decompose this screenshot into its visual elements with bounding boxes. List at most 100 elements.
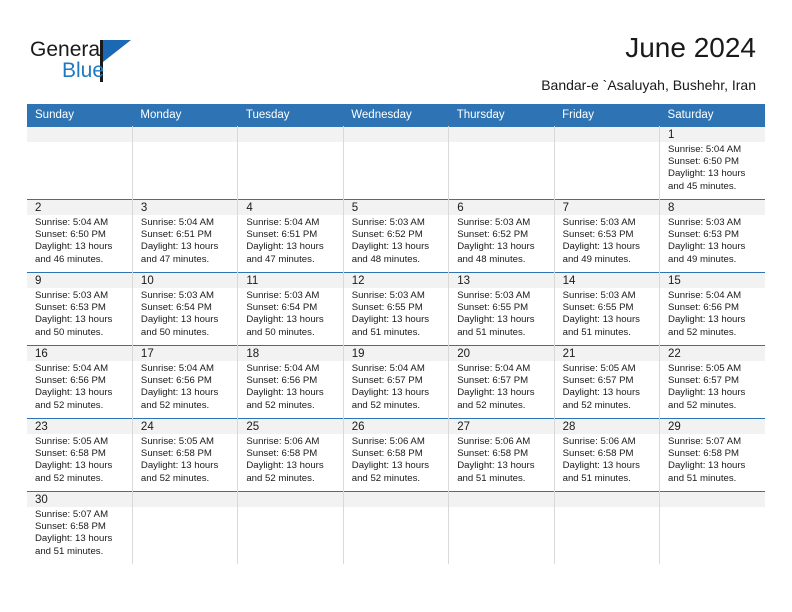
- sunset-text: Sunset: 6:56 PM: [246, 375, 318, 387]
- day-detail: Sunrise: 5:07 AM Sunset: 6:58 PM Daylight:…: [27, 507, 131, 560]
- day-number: 26: [343, 419, 448, 434]
- calendar-day-cell[interactable]: 4 Sunrise: 5:04 AM Sunset: 6:51 PM Daylight…: [237, 199, 344, 273]
- sunrise-text: Sunrise: 5:03 AM: [351, 217, 425, 228]
- day-number: 6: [449, 200, 554, 215]
- daylight-text: Daylight: 13 hours and 51 minutes.: [562, 314, 640, 338]
- weekday-header-tuesday: Tuesday: [237, 104, 344, 127]
- weekday-header-sunday: Sunday: [27, 104, 133, 127]
- calendar-body: 1 Sunrise: 5:04 AM Sunset: 6:50 PM Daylight…: [27, 126, 765, 564]
- calendar-day-cell[interactable]: 6 Sunrise: 5:03 AM Sunset: 6:52 PM Daylight…: [448, 199, 555, 273]
- calendar-day-cell[interactable]: 11 Sunrise: 5:03 AM Sunset: 6:54 PM Dayligh…: [237, 272, 344, 346]
- daylight-text: Daylight: 13 hours and 50 minutes.: [35, 314, 113, 338]
- calendar-week-row: 9 Sunrise: 5:03 AM Sunset: 6:53 PM Daylight…: [27, 272, 765, 346]
- calendar-day-cell[interactable]: 24 Sunrise: 5:05 AM Sunset: 6:58 PM Dayligh…: [132, 418, 239, 492]
- calendar-day-cell[interactable]: 26 Sunrise: 5:06 AM Sunset: 6:58 PM Dayligh…: [343, 418, 450, 492]
- day-detail: Sunrise: 5:03 AM Sunset: 6:53 PM Daylight:…: [660, 215, 765, 268]
- sunrise-text: Sunrise: 5:05 AM: [562, 363, 636, 374]
- day-number: [343, 492, 448, 507]
- sunrise-text: Sunrise: 5:04 AM: [140, 217, 214, 228]
- calendar-day-cell[interactable]: 23 Sunrise: 5:05 AM Sunset: 6:58 PM Dayligh…: [27, 418, 133, 492]
- calendar-day-cell[interactable]: 3 Sunrise: 5:04 AM Sunset: 6:51 PM Daylight…: [132, 199, 239, 273]
- weekday-header-saturday: Saturday: [659, 104, 765, 127]
- daylight-text: Daylight: 13 hours and 52 minutes.: [35, 387, 113, 411]
- sunset-text: Sunset: 6:53 PM: [562, 229, 634, 241]
- day-number: 12: [343, 273, 448, 288]
- daylight-text: Daylight: 13 hours and 50 minutes.: [140, 314, 219, 338]
- sunset-text: Sunset: 6:58 PM: [35, 448, 106, 460]
- calendar-day-cell[interactable]: 13 Sunrise: 5:03 AM Sunset: 6:55 PM Dayligh…: [448, 272, 555, 346]
- day-number: 20: [449, 346, 554, 361]
- calendar-day-cell[interactable]: 19 Sunrise: 5:04 AM Sunset: 6:57 PM Dayligh…: [343, 345, 450, 419]
- calendar-week-row: 16 Sunrise: 5:04 AM Sunset: 6:56 PM Dayligh…: [27, 345, 765, 419]
- calendar-day-cell[interactable]: 18 Sunrise: 5:04 AM Sunset: 6:56 PM Dayligh…: [237, 345, 344, 419]
- calendar-day-cell[interactable]: 27 Sunrise: 5:06 AM Sunset: 6:58 PM Dayligh…: [448, 418, 555, 492]
- calendar-day-cell-empty: [448, 126, 555, 200]
- sunrise-text: Sunrise: 5:03 AM: [668, 217, 742, 228]
- sunrise-text: Sunrise: 5:04 AM: [668, 290, 742, 301]
- general-blue-logo[interactable]: General Blue: [30, 38, 160, 86]
- calendar-day-cell-empty: [343, 491, 450, 564]
- calendar-day-cell[interactable]: 21 Sunrise: 5:05 AM Sunset: 6:57 PM Dayligh…: [554, 345, 661, 419]
- calendar-week-row: 2 Sunrise: 5:04 AM Sunset: 6:50 PM Daylight…: [27, 199, 765, 273]
- calendar-day-cell[interactable]: 9 Sunrise: 5:03 AM Sunset: 6:53 PM Daylight…: [27, 272, 133, 346]
- day-number: 15: [660, 273, 765, 288]
- day-detail: Sunrise: 5:04 AM Sunset: 6:57 PM Daylight:…: [449, 361, 553, 414]
- sunset-text: Sunset: 6:57 PM: [457, 375, 529, 387]
- day-number: [449, 492, 554, 507]
- day-number: [132, 492, 237, 507]
- calendar-day-cell[interactable]: 30 Sunrise: 5:07 AM Sunset: 6:58 PM Dayligh…: [27, 491, 133, 564]
- sunset-text: Sunset: 6:57 PM: [351, 375, 423, 387]
- day-detail: Sunrise: 5:05 AM Sunset: 6:57 PM Daylight:…: [660, 361, 765, 414]
- day-number: [238, 127, 343, 142]
- calendar-day-cell[interactable]: 7 Sunrise: 5:03 AM Sunset: 6:53 PM Daylight…: [554, 199, 661, 273]
- calendar-day-cell[interactable]: 2 Sunrise: 5:04 AM Sunset: 6:50 PM Daylight…: [27, 199, 133, 273]
- daylight-text: Daylight: 13 hours and 52 minutes.: [140, 460, 219, 484]
- sunset-text: Sunset: 6:54 PM: [246, 302, 318, 314]
- sunrise-text: Sunrise: 5:04 AM: [35, 217, 109, 228]
- day-number: 29: [660, 419, 765, 434]
- calendar-day-cell[interactable]: 5 Sunrise: 5:03 AM Sunset: 6:52 PM Daylight…: [343, 199, 450, 273]
- calendar-day-cell[interactable]: 10 Sunrise: 5:03 AM Sunset: 6:54 PM Dayligh…: [132, 272, 239, 346]
- day-detail: Sunrise: 5:04 AM Sunset: 6:56 PM Daylight:…: [133, 361, 237, 414]
- calendar-day-cell[interactable]: 14 Sunrise: 5:03 AM Sunset: 6:55 PM Dayligh…: [554, 272, 661, 346]
- calendar-day-cell[interactable]: 12 Sunrise: 5:03 AM Sunset: 6:55 PM Dayligh…: [343, 272, 450, 346]
- day-number: 8: [660, 200, 765, 215]
- calendar-day-cell[interactable]: 28 Sunrise: 5:06 AM Sunset: 6:58 PM Dayligh…: [554, 418, 661, 492]
- day-number: [27, 127, 132, 142]
- day-number: 19: [343, 346, 448, 361]
- weekday-header-thursday: Thursday: [448, 104, 555, 127]
- sunset-text: Sunset: 6:50 PM: [668, 156, 739, 168]
- day-number: 21: [554, 346, 659, 361]
- calendar-day-cell[interactable]: 25 Sunrise: 5:06 AM Sunset: 6:58 PM Dayligh…: [237, 418, 344, 492]
- sunset-text: Sunset: 6:52 PM: [457, 229, 529, 241]
- calendar-day-cell-empty: [237, 491, 344, 564]
- calendar-day-cell[interactable]: 1 Sunrise: 5:04 AM Sunset: 6:50 PM Daylight…: [659, 126, 765, 200]
- page-title: June 2024: [625, 32, 756, 63]
- sunset-text: Sunset: 6:58 PM: [246, 448, 318, 460]
- day-detail: Sunrise: 5:04 AM Sunset: 6:51 PM Daylight:…: [133, 215, 237, 268]
- calendar-day-cell[interactable]: 20 Sunrise: 5:04 AM Sunset: 6:57 PM Dayligh…: [448, 345, 555, 419]
- day-number: 18: [238, 346, 343, 361]
- day-detail: Sunrise: 5:04 AM Sunset: 6:51 PM Daylight:…: [238, 215, 342, 268]
- day-number: [449, 127, 554, 142]
- day-number: [132, 127, 237, 142]
- calendar-day-cell[interactable]: 16 Sunrise: 5:04 AM Sunset: 6:56 PM Dayligh…: [27, 345, 133, 419]
- sunset-text: Sunset: 6:56 PM: [140, 375, 212, 387]
- calendar-day-cell-empty: [554, 126, 661, 200]
- calendar-day-cell[interactable]: 22 Sunrise: 5:05 AM Sunset: 6:57 PM Dayligh…: [659, 345, 765, 419]
- calendar-day-cell[interactable]: 8 Sunrise: 5:03 AM Sunset: 6:53 PM Daylight…: [659, 199, 765, 273]
- calendar-day-cell[interactable]: 29 Sunrise: 5:07 AM Sunset: 6:58 PM Dayligh…: [659, 418, 765, 492]
- sunset-text: Sunset: 6:58 PM: [562, 448, 634, 460]
- day-number: 17: [132, 346, 237, 361]
- calendar-day-cell[interactable]: 17 Sunrise: 5:04 AM Sunset: 6:56 PM Dayligh…: [132, 345, 239, 419]
- day-detail: Sunrise: 5:05 AM Sunset: 6:58 PM Daylight:…: [27, 434, 131, 487]
- calendar-day-cell[interactable]: 15 Sunrise: 5:04 AM Sunset: 6:56 PM Dayligh…: [659, 272, 765, 346]
- day-number: 7: [554, 200, 659, 215]
- sunset-text: Sunset: 6:58 PM: [351, 448, 423, 460]
- daylight-text: Daylight: 13 hours and 51 minutes.: [351, 314, 430, 338]
- sunrise-text: Sunrise: 5:03 AM: [457, 217, 531, 228]
- daylight-text: Daylight: 13 hours and 52 minutes.: [351, 387, 430, 411]
- sunrise-text: Sunrise: 5:04 AM: [35, 363, 109, 374]
- daylight-text: Daylight: 13 hours and 51 minutes.: [668, 460, 746, 484]
- daylight-text: Daylight: 13 hours and 48 minutes.: [457, 241, 535, 265]
